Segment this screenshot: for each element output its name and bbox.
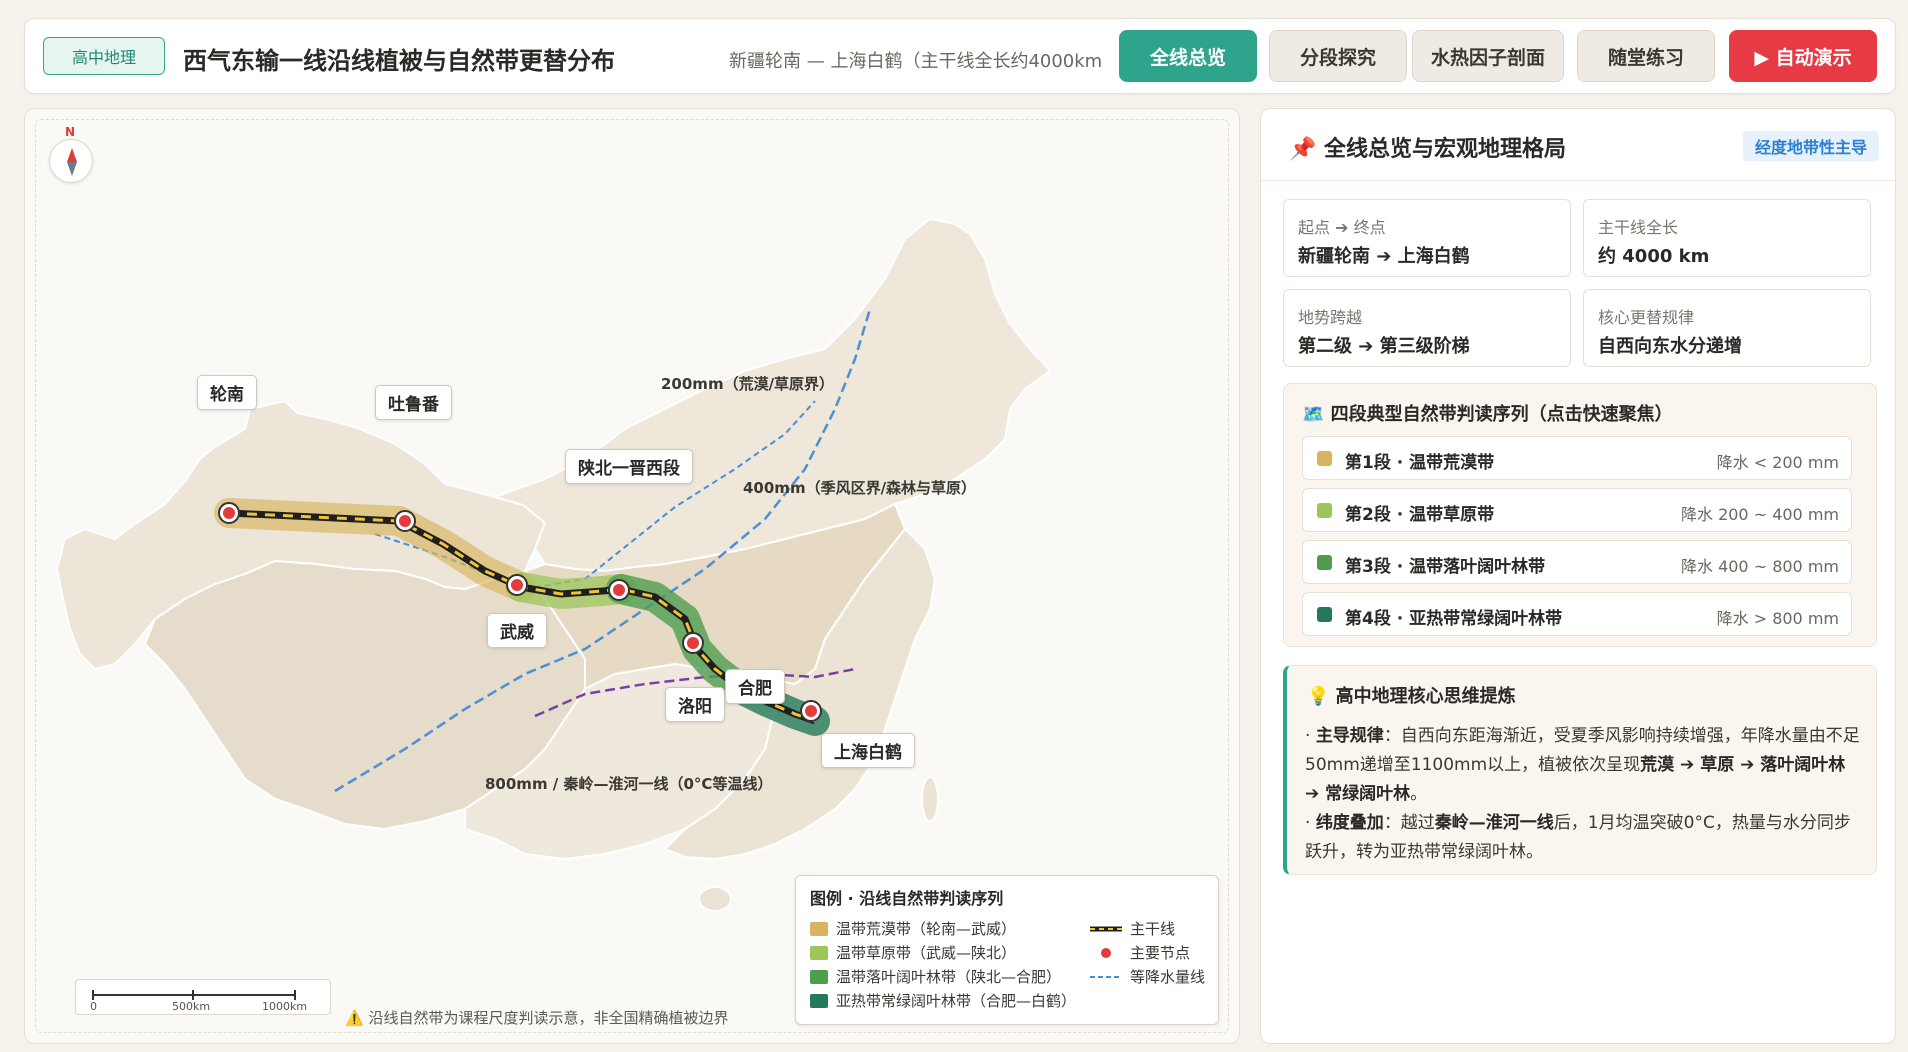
segment-name: 第2段 · 温带草原带 <box>1345 505 1495 525</box>
legend-item-desert: 温带荒漠带（轮南—武威） <box>810 918 1016 939</box>
panel-badge: 经度地带性主导 <box>1742 131 1879 161</box>
map-disclaimer: ⚠️ 沿线自然带为课程尺度判读示意，非全国精确植被边界 <box>345 1009 729 1027</box>
region-taiwan <box>921 776 939 822</box>
top-bar: 高中地理 西气东输一线沿线植被与自然带更替分布 新疆轮南 — 上海白鹤（主干线全… <box>24 18 1896 94</box>
segment-precip: 降水 < 200 mm <box>1716 453 1839 472</box>
segment-name: 第4段 · 亚热带常绿阔叶林带 <box>1345 609 1563 629</box>
legend-title: 图例 · 沿线自然带判读序列 <box>810 889 1004 908</box>
segment-name: 第1段 · 温带荒漠带 <box>1345 453 1495 473</box>
tab-segment-study[interactable]: 分段探究 <box>1269 30 1407 82</box>
isoline-200mm-label: 200mm（荒漠/草原界） <box>661 375 835 393</box>
segment-item-desert[interactable]: 第1段 · 温带荒漠带 降水 < 200 mm <box>1302 436 1852 480</box>
stat-length: 主干线全长 约 4000 km <box>1583 199 1871 277</box>
trunk-line-icon <box>1090 926 1122 931</box>
region-north <box>491 217 1052 573</box>
stat-key: 地势跨越 <box>1298 308 1363 327</box>
scale-tick <box>294 990 296 1000</box>
city-label-shanbei[interactable]: 陕北一晋西段 <box>565 449 693 484</box>
segment-item-evergreen[interactable]: 第4段 · 亚热带常绿阔叶林带 降水 > 800 mm <box>1302 592 1852 636</box>
legend-item-trunk: 主干线 <box>1090 918 1175 939</box>
legend-item-node: 主要节点 <box>1090 942 1190 963</box>
swatch-steppe <box>1317 503 1332 518</box>
tip-rule-2: · 纬度叠加：越过秦岭—淮河一线后，1月均温突破0°C，热量与水分同步跃升，转为… <box>1305 813 1851 862</box>
segment-sequence-title: 🗺️ 四段典型自然带判读序列（点击快速聚焦） <box>1302 404 1673 425</box>
legend-item-evergreen: 亚热带常绿阔叶林带（合肥—白鹤） <box>810 990 1076 1011</box>
stat-key: 核心更替规律 <box>1598 308 1695 327</box>
auto-demo-button[interactable]: ▶ 自动演示 <box>1729 30 1877 82</box>
stat-value: 约 4000 km <box>1598 246 1710 267</box>
panel-title: 📌 全线总览与宏观地理格局 <box>1289 137 1567 162</box>
swatch-evergreen <box>1317 607 1332 622</box>
tab-practice[interactable]: 随堂练习 <box>1577 30 1715 82</box>
scale-bar: 0 500km 1000km <box>75 979 331 1015</box>
legend-item-deciduous: 温带落叶阔叶林带（陕北—合肥） <box>810 966 1061 987</box>
segment-sequence: 🗺️ 四段典型自然带判读序列（点击快速聚焦） 第1段 · 温带荒漠带 降水 < … <box>1283 383 1877 647</box>
stat-key: 主干线全长 <box>1598 218 1679 237</box>
city-label-hefei[interactable]: 合肥 <box>725 669 785 704</box>
swatch-desert <box>1317 451 1332 466</box>
node-wuwei <box>506 574 528 596</box>
panel-header: 📌 全线总览与宏观地理格局 经度地带性主导 <box>1261 109 1895 181</box>
thinking-tip: 💡 高中地理核心思维提炼 · 主导规律：自西向东距海渐近，受夏季风影响持续增强，… <box>1283 665 1877 875</box>
legend-item-isoline: 等降水量线 <box>1090 966 1205 987</box>
tab-hydrothermal-profile[interactable]: 水热因子剖面 <box>1412 30 1564 82</box>
node-shanbei <box>608 579 630 601</box>
info-panel: 📌 全线总览与宏观地理格局 经度地带性主导 起点 ➔ 终点 新疆轮南 ➔ 上海白… <box>1260 108 1896 1044</box>
region-hainan <box>698 886 732 912</box>
city-label-tulufan[interactable]: 吐鲁番 <box>375 385 452 420</box>
city-label-lunnan[interactable]: 轮南 <box>197 375 257 410</box>
isoline-400mm-label: 400mm（季风区界/森林与草原） <box>743 479 977 497</box>
scale-label-500: 500km <box>172 1000 211 1013</box>
stat-terrain: 地势跨越 第二级 ➔ 第三级阶梯 <box>1283 289 1571 367</box>
map-panel: N 轮南 吐鲁番 武威 陕北一晋西段 洛阳 合肥 上海白鹤 200mm（荒漠/草… <box>24 108 1240 1044</box>
segment-item-steppe[interactable]: 第2段 · 温带草原带 降水 200 ~ 400 mm <box>1302 488 1852 532</box>
swatch-deciduous <box>1317 555 1332 570</box>
compass: N <box>49 125 93 183</box>
page-title: 西气东输一线沿线植被与自然带更替分布 <box>183 47 615 75</box>
level-badge: 高中地理 <box>43 37 165 75</box>
node-tulufan <box>394 510 416 532</box>
tab-overview[interactable]: 全线总览 <box>1119 30 1257 82</box>
stat-rule: 核心更替规律 自西向东水分递增 <box>1583 289 1871 367</box>
segment-precip: 降水 400 ~ 800 mm <box>1680 557 1839 576</box>
legend-item-steppe: 温带草原带（武威—陕北） <box>810 942 1016 963</box>
node-luoyang <box>682 632 704 654</box>
scale-label-0: 0 <box>90 1000 97 1013</box>
segment-precip: 降水 200 ~ 400 mm <box>1680 505 1839 524</box>
city-label-wuwei[interactable]: 武威 <box>487 613 547 648</box>
city-label-luoyang[interactable]: 洛阳 <box>665 687 725 722</box>
city-label-shanghai[interactable]: 上海白鹤 <box>821 733 915 768</box>
tip-title: 💡 高中地理核心思维提炼 <box>1307 686 1516 707</box>
stat-value: 第二级 ➔ 第三级阶梯 <box>1298 336 1470 357</box>
stat-key: 起点 ➔ 终点 <box>1298 218 1386 237</box>
stat-start-end: 起点 ➔ 终点 新疆轮南 ➔ 上海白鹤 <box>1283 199 1571 277</box>
isoline-icon <box>1090 975 1122 978</box>
node-icon <box>1101 947 1111 958</box>
segment-name: 第3段 · 温带落叶阔叶林带 <box>1345 557 1546 577</box>
scale-tick <box>192 990 194 1000</box>
node-lunnan <box>218 502 240 524</box>
page-subtitle: 新疆轮南 — 上海白鹤（主干线全长约4000km <box>729 51 1103 72</box>
isoline-800mm-label: 800mm / 秦岭—淮河一线（0°C等温线） <box>485 775 773 793</box>
scale-line <box>92 994 296 996</box>
segment-item-deciduous[interactable]: 第3段 · 温带落叶阔叶林带 降水 400 ~ 800 mm <box>1302 540 1852 584</box>
scale-label-1000: 1000km <box>262 1000 308 1013</box>
compass-north-label: N <box>65 125 76 139</box>
stat-value: 自西向东水分递增 <box>1598 336 1742 357</box>
map-legend: 图例 · 沿线自然带判读序列 温带荒漠带（轮南—武威） 温带草原带（武威—陕北）… <box>795 875 1219 1025</box>
stat-value: 新疆轮南 ➔ 上海白鹤 <box>1298 246 1470 267</box>
node-shanghai <box>800 700 822 722</box>
tip-body: · 主导规律：自西向东距海渐近，受夏季风影响持续增强，年降水量由不足50mm递增… <box>1305 722 1865 867</box>
scale-tick <box>92 990 94 1000</box>
tip-rule-1: · 主导规律：自西向东距海渐近，受夏季风影响持续增强，年降水量由不足50mm递增… <box>1305 726 1860 804</box>
segment-precip: 降水 > 800 mm <box>1716 609 1839 628</box>
compass-icon <box>49 139 93 183</box>
